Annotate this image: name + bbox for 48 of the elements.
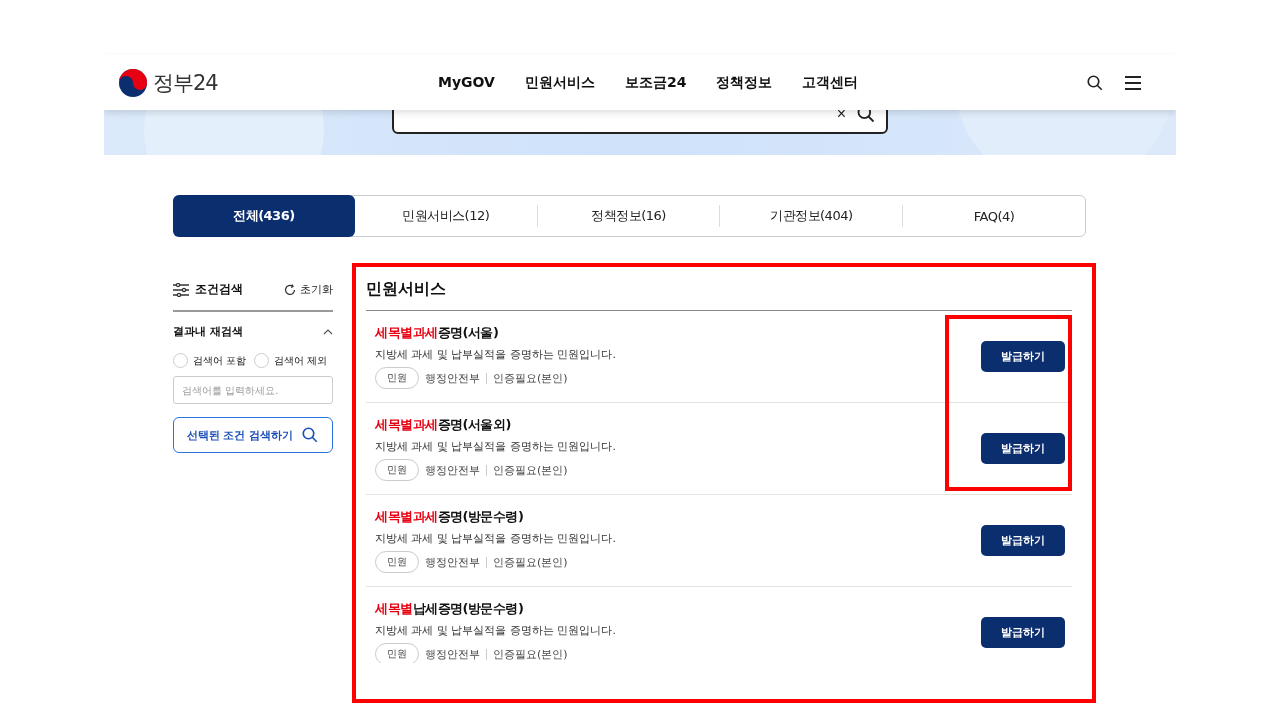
service-description: 지방세 과세 및 납부실적을 증명하는 민원입니다. — [375, 347, 616, 362]
collapse-toggle[interactable] — [323, 328, 333, 335]
service-title[interactable]: 세목별과세증명(서울) — [375, 324, 616, 342]
agency-name: 행정안전부 — [425, 646, 480, 662]
nav-link[interactable]: 정책정보 — [716, 73, 773, 92]
agency-name: 행정안전부 — [425, 554, 480, 570]
auth-requirement: 인증필요(본인) — [493, 370, 568, 386]
logo-icon — [118, 67, 148, 98]
logo-text: 정부24 — [153, 69, 218, 97]
service-description: 지방세 과세 및 납부실적을 증명하는 민원입니다. — [375, 439, 616, 454]
clear-button[interactable]: × — [836, 110, 846, 123]
section-title: 결과내 재검색 — [173, 324, 243, 339]
service-title[interactable]: 세목별납세증명(방문수령) — [375, 600, 616, 618]
category-tab[interactable]: 전체(436) — [173, 195, 355, 237]
service-title[interactable]: 세목별과세증명(방문수령) — [375, 508, 616, 526]
sliders-icon — [173, 282, 189, 297]
section-heading: 민원서비스 — [366, 279, 1072, 311]
radio-option[interactable]: 검색어 포함 — [173, 353, 247, 368]
search-icon — [1086, 73, 1104, 92]
nav-link[interactable]: 보조금24 — [624, 73, 687, 92]
service-description: 지방세 과세 및 납부실적을 증명하는 민원입니다. — [375, 623, 616, 638]
radio-option[interactable]: 검색어 제외 — [254, 353, 328, 368]
radio-button[interactable] — [173, 353, 188, 368]
issue-button[interactable]: 발급하기 — [981, 433, 1065, 464]
keyword-input[interactable]: 검색어를 입력하세요. — [173, 376, 333, 404]
search-submit-button[interactable]: 선택된 조건 검색하기 — [173, 417, 333, 453]
filter-title: 조건검색 — [195, 281, 243, 298]
chevron-up-icon — [323, 328, 333, 335]
issue-button[interactable]: 발급하기 — [981, 617, 1065, 648]
nav-link[interactable]: MyGOV — [438, 73, 495, 92]
auth-requirement: 인증필요(본인) — [493, 462, 568, 478]
nav-link[interactable]: 고객센터 — [802, 73, 859, 92]
auth-requirement: 인증필요(본인) — [493, 554, 568, 570]
nav-link[interactable]: 민원서비스 — [524, 73, 595, 92]
auth-requirement: 인증필요(본인) — [493, 646, 568, 662]
refresh-icon — [284, 283, 296, 296]
search-field[interactable]: × — [392, 110, 888, 134]
service-title[interactable]: 세목별과세증명(서울외) — [375, 416, 616, 434]
menu-icon[interactable] — [1124, 74, 1142, 91]
search-icon — [301, 426, 320, 444]
agency-name: 행정안전부 — [425, 370, 480, 386]
radio-button[interactable] — [254, 353, 270, 368]
reset-button[interactable]: 초기화 — [284, 282, 333, 297]
service-description: 지방세 과세 및 납부실적을 증명하는 민원입니다. — [375, 531, 616, 546]
issue-button[interactable]: 발급하기 — [981, 341, 1065, 372]
issue-button[interactable]: 발급하기 — [981, 525, 1065, 556]
agency-name: 행정안전부 — [425, 462, 480, 478]
search-icon — [856, 110, 876, 124]
